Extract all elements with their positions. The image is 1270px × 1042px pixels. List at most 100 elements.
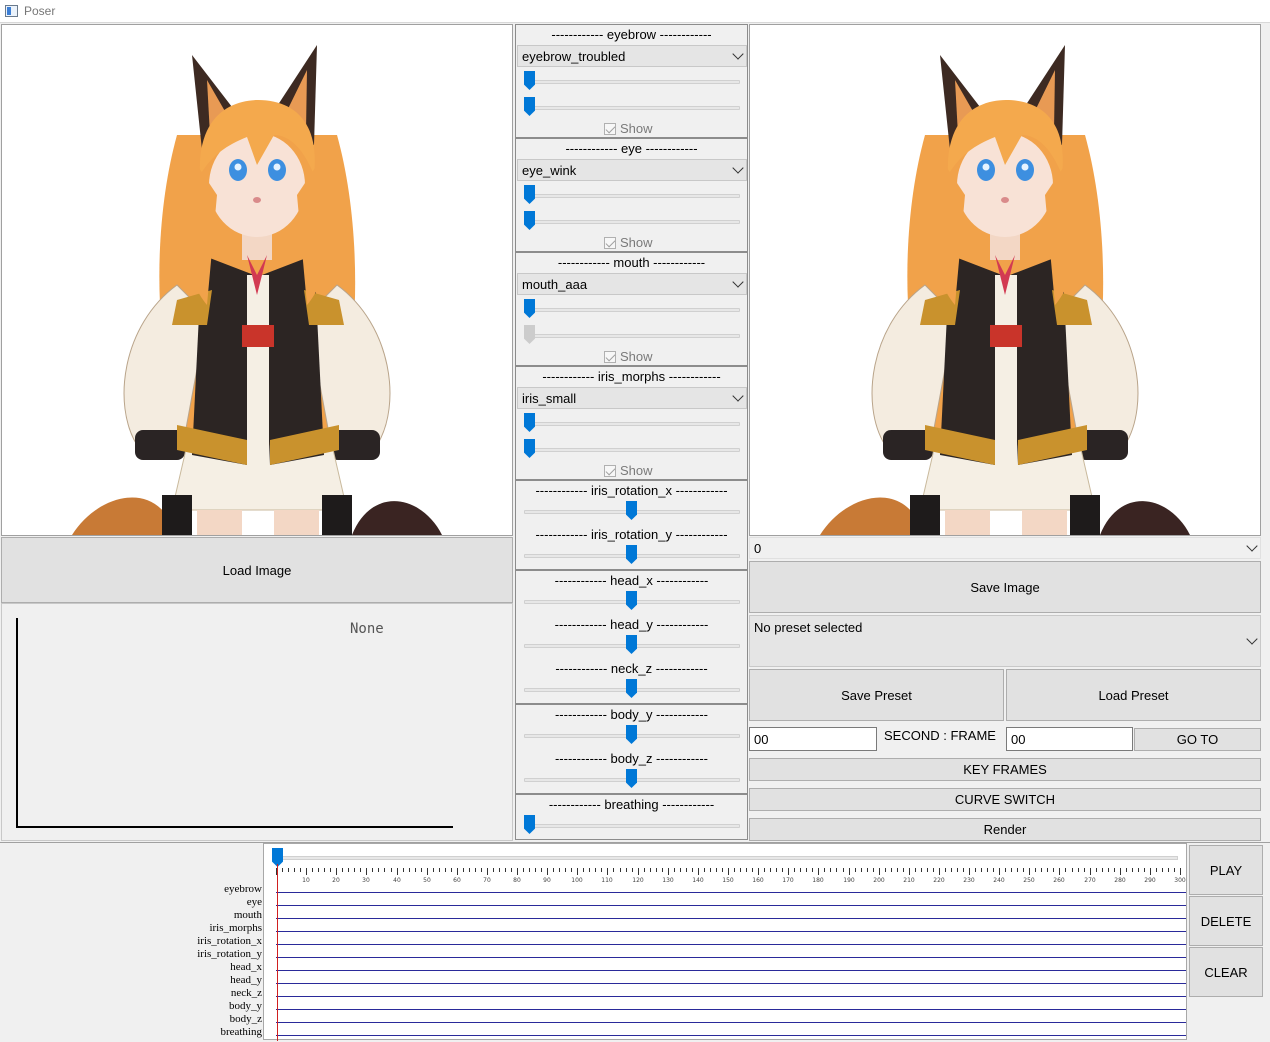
load-preset-button[interactable]: Load Preset	[1006, 669, 1261, 721]
checkbox-box[interactable]	[604, 464, 616, 477]
body-z-slider[interactable]	[524, 769, 740, 789]
ruler-tick	[933, 868, 934, 872]
ruler-label: 100	[571, 877, 583, 884]
second-frame-label: SECOND : FRAME	[884, 728, 996, 743]
slider-handle-disabled	[524, 325, 535, 344]
neck-z-slider[interactable]	[524, 679, 740, 699]
ruler-tick	[589, 868, 590, 872]
ruler-tick	[1162, 868, 1163, 872]
eye-select[interactable]: eye_wink	[517, 159, 747, 181]
ruler-tick	[288, 868, 289, 872]
chevron-down-icon	[732, 162, 744, 174]
save-image-button[interactable]: Save Image	[749, 561, 1261, 613]
checkbox-box[interactable]	[604, 350, 616, 363]
ruler-tick	[433, 868, 434, 872]
slider-handle[interactable]	[524, 97, 535, 116]
checkbox-box[interactable]	[604, 236, 616, 249]
ruler-tick	[830, 868, 831, 872]
slider-handle[interactable]	[626, 769, 637, 788]
timeline-track-neck-z[interactable]	[276, 996, 1186, 997]
slider-handle[interactable]	[524, 299, 535, 318]
slider-handle[interactable]	[626, 635, 637, 654]
delete-button[interactable]: DELETE	[1189, 896, 1263, 946]
eye-right-slider[interactable]	[524, 211, 740, 231]
checkbox-box[interactable]	[604, 122, 616, 135]
slider-handle[interactable]	[524, 439, 535, 458]
timeline-track-head-x[interactable]	[276, 970, 1186, 971]
breathing-slider[interactable]	[524, 815, 740, 835]
timeline-track-iris-rotation-y[interactable]	[276, 957, 1186, 958]
slider-handle[interactable]	[626, 545, 637, 564]
ruler-tick	[1132, 868, 1133, 872]
eye-show-checkbox[interactable]: Show	[604, 235, 653, 250]
plot-x-axis	[16, 826, 453, 828]
mouth-left-slider[interactable]	[524, 299, 740, 319]
ruler-tick	[577, 868, 578, 875]
slider-handle[interactable]	[524, 71, 535, 90]
slider-handle[interactable]	[626, 725, 637, 744]
goto-button[interactable]: GO TO	[1134, 728, 1261, 751]
eyebrow-select[interactable]: eyebrow_troubled	[517, 45, 747, 67]
ruler-tick	[885, 868, 886, 872]
group-mouth-label: ------------ mouth ------------	[557, 255, 706, 270]
ruler-tick	[770, 868, 771, 872]
mouth-show-checkbox[interactable]: Show	[604, 349, 653, 364]
slider-handle[interactable]	[626, 591, 637, 610]
timeline-track-head-y[interactable]	[276, 983, 1186, 984]
iris-show-checkbox[interactable]: Show	[604, 463, 653, 478]
clear-button[interactable]: CLEAR	[1189, 947, 1263, 997]
timeline-track-breathing[interactable]	[276, 1035, 1186, 1036]
slider-handle[interactable]	[524, 185, 535, 204]
eyebrow-right-slider[interactable]	[524, 97, 740, 117]
save-preset-button[interactable]: Save Preset	[749, 669, 1004, 721]
mouth-select-value: mouth_aaa	[522, 276, 588, 292]
slider-handle[interactable]	[524, 413, 535, 432]
eye-left-slider[interactable]	[524, 185, 740, 205]
play-button[interactable]: PLAY	[1189, 845, 1263, 895]
slider-handle[interactable]	[626, 501, 637, 520]
iris-morphs-select[interactable]: iris_small	[517, 387, 747, 409]
ruler-label: 210	[903, 877, 915, 884]
head-x-slider[interactable]	[524, 591, 740, 611]
character-illustration	[2, 25, 512, 535]
slider-handle[interactable]	[524, 815, 535, 834]
timeline-track-iris-rotation-x[interactable]	[276, 944, 1186, 945]
iris-rotation-y-slider[interactable]	[524, 545, 740, 565]
output-index-select[interactable]: 0	[749, 537, 1261, 559]
second-input[interactable]: 00	[749, 727, 877, 751]
timeline-track-body-y[interactable]	[276, 1009, 1186, 1010]
curve-switch-button[interactable]: CURVE SWITCH	[749, 788, 1261, 811]
show-label: Show	[620, 121, 653, 136]
mouth-select[interactable]: mouth_aaa	[517, 273, 747, 295]
timeline-track-body-z[interactable]	[276, 1022, 1186, 1023]
ruler-tick	[800, 868, 801, 872]
timeline-canvas[interactable]: 10 20 30 40 50 60 70 80 90 100 110 120 130 140 150 160 1…	[263, 843, 1187, 1041]
preset-select[interactable]: No preset selected	[749, 615, 1261, 667]
ruler-tick	[746, 868, 747, 872]
timeline-track-mouth[interactable]	[276, 918, 1186, 919]
ruler-label: 80	[513, 877, 521, 884]
group-eyebrow-label: ------------ eyebrow ------------	[551, 27, 712, 42]
key-frames-button[interactable]: KEY FRAMES	[749, 758, 1261, 781]
ruler-tick	[704, 868, 705, 872]
slider-handle[interactable]	[626, 679, 637, 698]
ruler-tick	[969, 868, 970, 875]
frame-input[interactable]: 00	[1006, 727, 1133, 751]
timeline-ruler: 10 20 30 40 50 60 70 80 90 100 110 120 130 140 150 160 1…	[276, 868, 1186, 888]
eyebrow-show-checkbox[interactable]: Show	[604, 121, 653, 136]
frame-slider-groove[interactable]	[274, 856, 1178, 860]
head-y-slider[interactable]	[524, 635, 740, 655]
ruler-label: 130	[662, 877, 674, 884]
timeline-track-iris-morphs[interactable]	[276, 931, 1186, 932]
render-button[interactable]: Render	[749, 818, 1261, 841]
timeline-track-eye[interactable]	[276, 905, 1186, 906]
iris-left-slider[interactable]	[524, 413, 740, 433]
timeline-track-eyebrow[interactable]	[276, 892, 1186, 893]
ruler-tick	[607, 868, 608, 875]
body-y-slider[interactable]	[524, 725, 740, 745]
load-image-button[interactable]: Load Image	[1, 537, 513, 603]
iris-rotation-x-slider[interactable]	[524, 501, 740, 521]
iris-right-slider[interactable]	[524, 439, 740, 459]
eyebrow-left-slider[interactable]	[524, 71, 740, 91]
slider-handle[interactable]	[524, 211, 535, 230]
